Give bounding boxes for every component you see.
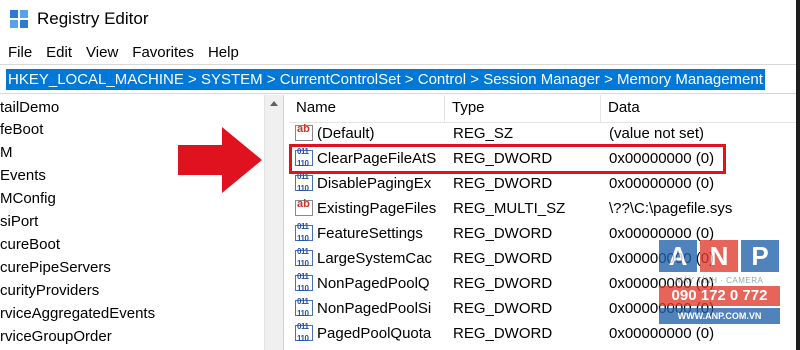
window-frame-edge [796, 0, 800, 350]
highlight-box [289, 144, 726, 174]
value-type: REG_MULTI_SZ [453, 200, 566, 217]
watermark-letter: N [700, 240, 738, 272]
column-header-type[interactable]: Type [445, 95, 601, 123]
watermark-subtitle: MÁY TÍNH · CAMERA [675, 276, 764, 285]
value-row[interactable]: ab ExistingPageFiles REG_MULTI_SZ \??\C:… [289, 196, 800, 221]
dword-value-icon: 011 110 [295, 222, 313, 243]
value-data: (value not set) [609, 125, 705, 142]
dword-value-icon: 011 110 [295, 297, 313, 318]
address-bar[interactable]: HKEY_LOCAL_MACHINE > SYSTEM > CurrentCon… [0, 64, 800, 94]
window-title: Registry Editor [37, 9, 149, 28]
value-type: REG_DWORD [453, 175, 553, 192]
value-name: NonPagedPoolSi [317, 300, 432, 317]
scroll-up-arrow-icon[interactable] [270, 101, 278, 106]
string-value-icon: ab [295, 198, 313, 216]
tree-item[interactable]: rviceGroupOrder [0, 325, 112, 348]
column-header-name[interactable]: Name [289, 95, 445, 123]
tree-item[interactable]: curePipeServers [0, 256, 111, 279]
list-header: Name Type Data [289, 95, 800, 123]
tree-item[interactable]: MConfig [0, 187, 56, 210]
watermark-phone: 090 172 0 772 [659, 286, 780, 306]
watermark-letter: A [659, 240, 697, 272]
watermark-letter: P [741, 240, 779, 272]
tree-item[interactable]: Events [0, 164, 46, 187]
menu-view[interactable]: View [78, 44, 124, 61]
watermark-url: WWW.ANP.COM.VN [659, 308, 780, 324]
address-path[interactable]: HKEY_LOCAL_MACHINE > SYSTEM > CurrentCon… [6, 69, 765, 90]
tree-scrollbar[interactable] [264, 95, 283, 350]
value-data: 0x00000000 (0) [609, 175, 715, 192]
registry-editor-icon [10, 10, 28, 28]
value-type: REG_SZ [453, 125, 514, 142]
tree-item[interactable]: cureBoot [0, 233, 60, 256]
dword-value-icon: 011 110 [295, 322, 313, 343]
menu-bar: File Edit View Favorites Help [0, 40, 800, 64]
string-value-icon: ab [295, 123, 313, 141]
value-type: REG_DWORD [453, 225, 553, 242]
value-name: NonPagedPoolQ [317, 275, 430, 292]
value-type: REG_DWORD [453, 300, 553, 317]
value-name: LargeSystemCac [317, 250, 433, 267]
tree-item[interactable]: rviceAggregatedEvents [0, 302, 155, 325]
value-type: REG_DWORD [453, 325, 553, 342]
value-type: REG_DWORD [453, 275, 553, 292]
value-name: FeatureSettings [317, 225, 423, 242]
anp-watermark-logo: A N P MÁY TÍNH · CAMERA 090 172 0 772 WW… [659, 240, 780, 330]
value-name: PagedPoolQuota [317, 325, 432, 342]
tree-item[interactable]: tailDemo [0, 96, 59, 119]
tree-item[interactable]: siPort [0, 210, 38, 233]
value-name: (Default) [317, 125, 375, 142]
menu-favorites[interactable]: Favorites [124, 44, 200, 61]
tree-item[interactable]: curityProviders [0, 279, 99, 302]
column-header-data[interactable]: Data [601, 95, 800, 123]
menu-edit[interactable]: Edit [38, 44, 78, 61]
menu-file[interactable]: File [0, 44, 38, 61]
value-row[interactable]: 011 110 DisablePagingEx REG_DWORD 0x0000… [289, 171, 800, 196]
dword-value-icon: 011 110 [295, 272, 313, 293]
red-arrow-icon [178, 127, 262, 193]
value-data: \??\C:\pagefile.sys [609, 200, 733, 217]
value-type: REG_DWORD [453, 250, 553, 267]
tree-item[interactable]: feBoot [0, 118, 43, 141]
value-row[interactable]: ab (Default) REG_SZ (value not set) [289, 121, 800, 146]
title-bar: Registry Editor [0, 0, 800, 38]
tree-item[interactable]: M [0, 141, 13, 164]
dword-value-icon: 011 110 [295, 172, 313, 193]
value-name: ExistingPageFiles [317, 200, 437, 217]
value-name: DisablePagingEx [317, 175, 432, 192]
menu-help[interactable]: Help [200, 44, 245, 61]
dword-value-icon: 011 110 [295, 247, 313, 268]
